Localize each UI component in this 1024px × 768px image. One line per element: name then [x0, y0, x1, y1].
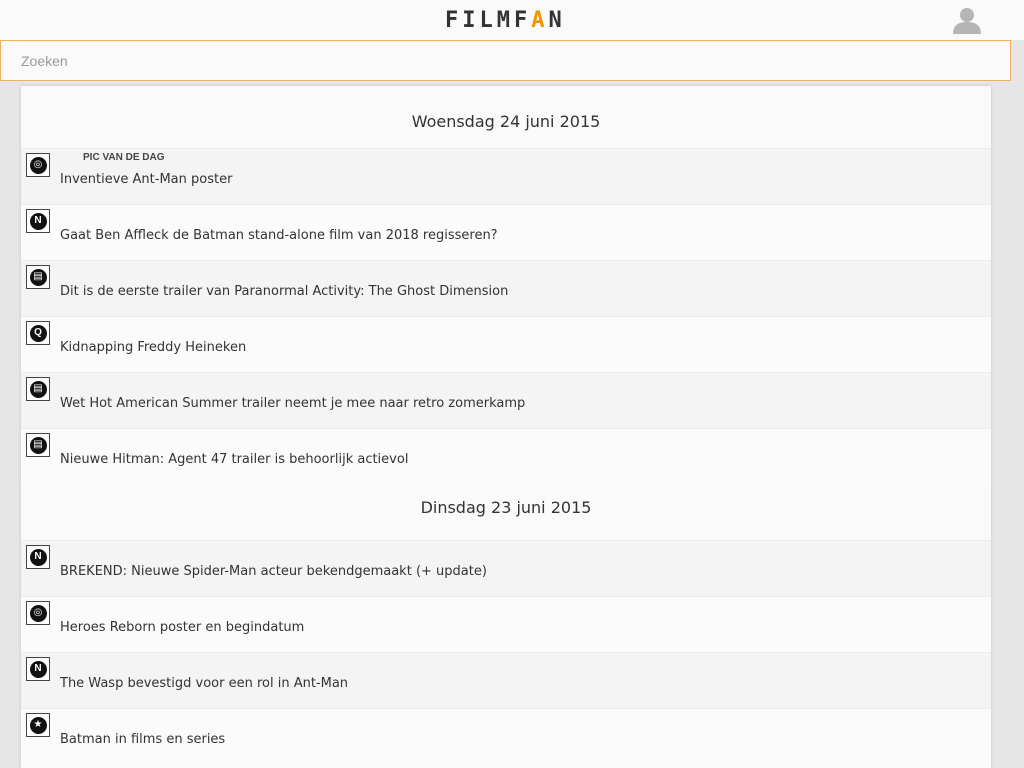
user-icon[interactable]	[952, 6, 982, 34]
icon-glyph: Q	[29, 324, 47, 342]
news-item-title[interactable]: Gaat Ben Affleck de Batman stand-alone f…	[60, 228, 498, 243]
news-item-title[interactable]: Kidnapping Freddy Heineken	[60, 340, 246, 355]
news-item[interactable]: ◎ PIC VAN DE DAG Inventieve Ant-Man poster	[21, 148, 991, 204]
news-item[interactable]: N The Wasp bevestigd voor een rol in Ant-…	[21, 652, 991, 708]
icon-glyph: ◎	[29, 604, 47, 622]
film-icon: ▤	[26, 265, 50, 289]
news-item-title[interactable]: Heroes Reborn poster en begindatum	[60, 620, 304, 635]
news-feed: Woensdag 24 juni 2015 ◎ PIC VAN DE DAG Inv…	[21, 86, 991, 768]
picture-icon: ◎	[26, 153, 50, 177]
icon-glyph: N	[29, 212, 47, 230]
news-item[interactable]: Q Kidnapping Freddy Heineken	[21, 316, 991, 372]
news-item-title[interactable]: The Wasp bevestigd voor een rol in Ant-M…	[60, 676, 348, 691]
picture-icon: ◎	[26, 601, 50, 625]
search-input[interactable]	[1, 41, 1010, 80]
review-icon: Q	[26, 321, 50, 345]
news-icon: N	[26, 545, 50, 569]
logo-prefix: FILMF	[445, 8, 532, 33]
news-icon: N	[26, 209, 50, 233]
news-item-title[interactable]: Wet Hot American Summer trailer neemt je…	[60, 396, 525, 411]
search-bar	[0, 40, 1011, 81]
day-heading: Woensdag 24 juni 2015	[411, 112, 601, 131]
day-list: N BREKEND: Nieuwe Spider-Man acteur beken…	[21, 540, 991, 764]
logo-suffix: N	[548, 8, 566, 33]
news-item-title[interactable]: Inventieve Ant-Man poster	[60, 172, 232, 187]
news-item-title[interactable]: Batman in films en series	[60, 732, 225, 747]
icon-glyph: N	[29, 660, 47, 678]
film-icon: ▤	[26, 377, 50, 401]
icon-glyph: ◎	[29, 156, 47, 174]
news-item[interactable]: ▤ Nieuwe Hitman: Agent 47 trailer is beho…	[21, 428, 991, 484]
icon-glyph: N	[29, 548, 47, 566]
day-heading: Dinsdag 23 juni 2015	[420, 498, 592, 517]
day-list: ◎ PIC VAN DE DAG Inventieve Ant-Man poster…	[21, 148, 991, 484]
filmfan-logo[interactable]: FILMFAN	[445, 8, 566, 33]
news-item[interactable]: ★ Batman in films en series	[21, 708, 991, 764]
icon-glyph: ▤	[29, 380, 47, 398]
news-item-title[interactable]: Dit is de eerste trailer van Paranormal …	[60, 284, 508, 299]
icon-glyph: ★	[29, 716, 47, 734]
film-icon: ▤	[26, 433, 50, 457]
news-item[interactable]: N BREKEND: Nieuwe Spider-Man acteur beken…	[21, 540, 991, 596]
news-item-title[interactable]: Nieuwe Hitman: Agent 47 trailer is behoo…	[60, 452, 408, 467]
news-item[interactable]: ◎ Heroes Reborn poster en begindatum	[21, 596, 991, 652]
news-item[interactable]: N Gaat Ben Affleck de Batman stand-alone …	[21, 204, 991, 260]
logo-accent: A	[531, 8, 549, 33]
news-item[interactable]: ▤ Wet Hot American Summer trailer neemt j…	[21, 372, 991, 428]
news-item-title[interactable]: BREKEND: Nieuwe Spider-Man acteur bekend…	[60, 564, 487, 579]
top-bar: FILMFAN	[0, 0, 1024, 40]
icon-glyph: ▤	[29, 268, 47, 286]
item-tag: PIC VAN DE DAG	[83, 152, 165, 163]
news-icon: N	[26, 657, 50, 681]
icon-glyph: ▤	[29, 436, 47, 454]
news-item[interactable]: ▤ Dit is de eerste trailer van Paranormal…	[21, 260, 991, 316]
star-icon: ★	[26, 713, 50, 737]
